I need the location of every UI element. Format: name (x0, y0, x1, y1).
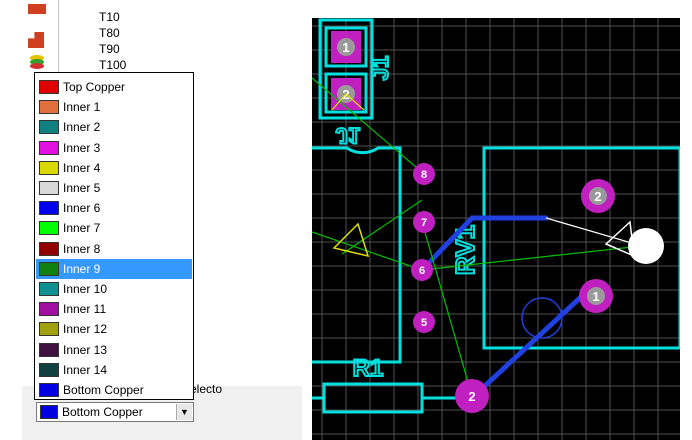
layer-option-bottom-copper[interactable]: Bottom Copper (36, 380, 192, 400)
layer-option-inner-13[interactable]: Inner 13 (36, 340, 192, 360)
r1-designator: R1 (353, 355, 384, 382)
layer-option-inner-10[interactable]: Inner 10 (36, 279, 192, 299)
layer-color-swatch (39, 261, 59, 276)
j1-designator-mirrored: J1 (336, 123, 360, 148)
layer-color-swatch (39, 322, 59, 337)
tool-icon-1[interactable] (28, 4, 46, 14)
layer-option-label: Inner 1 (63, 100, 101, 115)
layer-select[interactable]: Bottom Copper ▼ (36, 402, 194, 422)
layer-option-label: Inner 13 (63, 342, 108, 357)
left-panel: T10 T80 T90 T100 electo Top Copper Inner … (0, 0, 302, 440)
layer-color-swatch (39, 80, 59, 94)
layer-color-swatch (40, 405, 58, 419)
layer-option-inner-12[interactable]: Inner 12 (36, 319, 192, 339)
layer-select-value: Bottom Copper (62, 405, 143, 419)
layer-option-label: Inner 10 (63, 282, 108, 296)
layer-option-label: Inner 7 (63, 221, 101, 236)
layer-option-inner-14[interactable]: Inner 14 (36, 360, 192, 380)
layer-option-inner-9[interactable]: Inner 9 (36, 258, 192, 279)
layer-color-swatch (39, 140, 59, 155)
layer-color-swatch (39, 120, 59, 135)
pad-number: 8 (421, 169, 427, 181)
layer-option-label: Inner 4 (63, 160, 101, 175)
pad-number: 7 (421, 217, 427, 229)
dropdown-arrow-icon[interactable]: ▼ (176, 404, 192, 420)
pcb-canvas[interactable]: 1 2 J1 J1 RV1 R1 8 7 6 5 2 1 2 (312, 18, 680, 440)
track-list[interactable]: T10 T80 T90 T100 (58, 0, 199, 74)
layer-color-swatch (39, 160, 59, 175)
layer-option-label: Inner 6 (63, 201, 101, 216)
pad-number: 1 (592, 289, 599, 304)
layer-color-swatch (39, 302, 59, 317)
layer-option-label: Inner 14 (63, 362, 108, 377)
pad-number: 2 (594, 189, 601, 204)
j1-designator: J1 (368, 56, 393, 80)
layer-option-inner-1[interactable]: Inner 1 (36, 97, 192, 117)
layer-color-swatch (39, 241, 59, 256)
layer-color-swatch (39, 282, 59, 296)
track-item[interactable]: T100 (99, 58, 126, 72)
layer-option-inner-3[interactable]: Inner 3 (36, 138, 192, 158)
layer-option-inner-2[interactable]: Inner 2 (36, 117, 192, 137)
layer-option-label: Top Copper (63, 80, 126, 94)
layer-option-label: Inner 11 (63, 302, 107, 317)
layer-option-label: Inner 3 (63, 140, 101, 155)
layer-option-label: Inner 8 (63, 241, 101, 256)
layer-dropdown-list[interactable]: Top Copper Inner 1 Inner 2 Inner 3 Inner 4 In… (34, 72, 194, 400)
component-icon[interactable] (28, 32, 44, 48)
layer-color-swatch (39, 342, 59, 357)
wiper-pad[interactable] (628, 228, 664, 264)
layer-color-swatch (39, 362, 59, 377)
layer-option-inner-11[interactable]: Inner 11 (36, 299, 192, 319)
layer-option-inner-7[interactable]: Inner 7 (36, 218, 192, 238)
j1-pad1-number: 1 (342, 40, 349, 55)
layer-color-swatch (39, 383, 59, 397)
layer-option-inner-5[interactable]: Inner 5 (36, 178, 192, 198)
track-item[interactable]: T80 (99, 26, 120, 40)
pad-number: 6 (419, 265, 425, 277)
layer-color-swatch (39, 201, 59, 216)
layer-color-swatch (39, 100, 59, 115)
track-item[interactable]: T10 (99, 10, 120, 24)
layer-option-label: Inner 5 (63, 181, 101, 195)
layer-option-inner-4[interactable]: Inner 4 (36, 158, 192, 178)
selector-label: electo (190, 382, 223, 396)
layer-option-label: Inner 2 (63, 120, 101, 135)
layer-option-inner-6[interactable]: Inner 6 (36, 198, 192, 218)
pad-number: 2 (468, 389, 475, 404)
layer-option-top-copper[interactable]: Top Copper (36, 77, 192, 97)
track-item[interactable]: T90 (99, 42, 120, 56)
pad-number: 5 (421, 317, 427, 329)
layer-option-inner-8[interactable]: Inner 8 (36, 239, 192, 259)
layers-stack-icon[interactable] (28, 54, 46, 70)
layer-color-swatch (39, 181, 59, 195)
layer-option-label: Bottom Copper (63, 383, 144, 397)
rv1-designator: RV1 (450, 225, 480, 275)
layer-option-label: Inner 12 (63, 322, 108, 337)
layer-option-label: Inner 9 (63, 261, 101, 276)
layer-color-swatch (39, 221, 59, 236)
